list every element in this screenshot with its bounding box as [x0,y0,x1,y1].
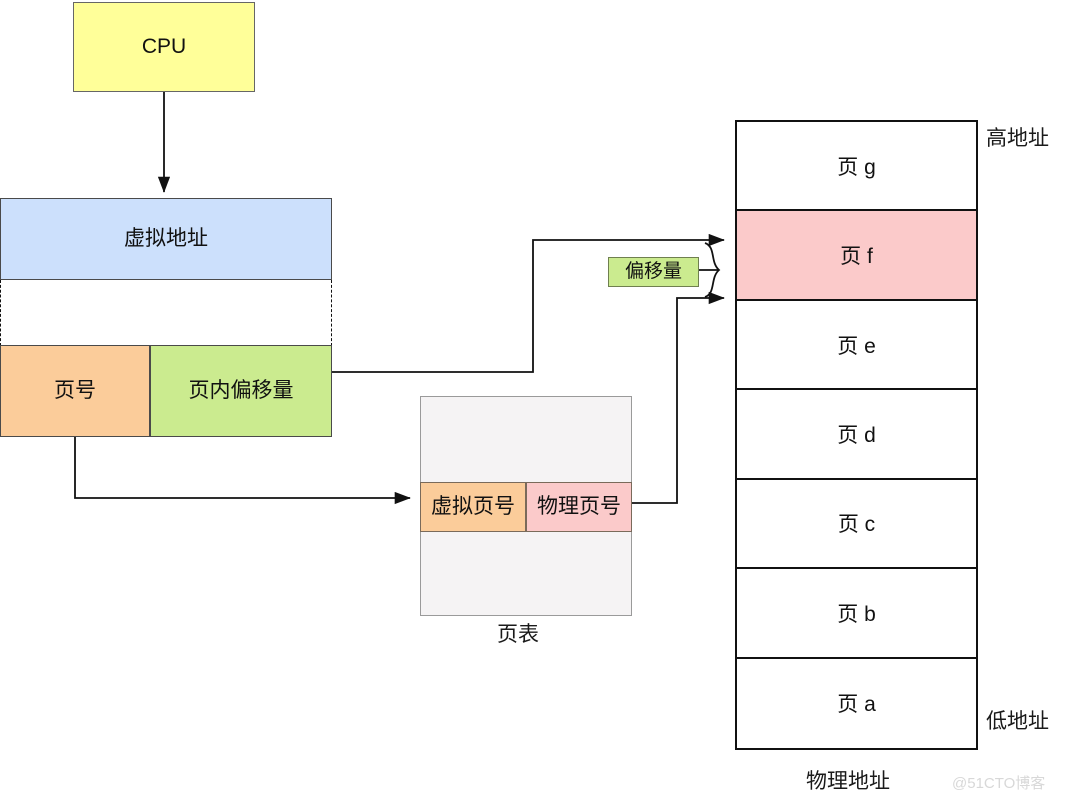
offset-callout-text: 偏移量 [624,260,682,282]
page-offset-label: 页内偏移量 [188,379,294,403]
offset-callout-label: 偏移量 [608,257,699,287]
memory-page-label: 页 c [837,513,876,537]
physical-memory-block: 页 g 页 f 页 e 页 d 页 c 页 b 页 a [735,120,978,750]
low-address-label: 低地址 [986,710,1049,733]
watermark: @51CTO博客 [952,775,1046,792]
memory-page-label: 页 e [837,334,876,358]
cpu-block: CPU [73,2,255,92]
wire-physical-page-to-page-f-bottom [632,291,725,504]
memory-page-label: 页 a [837,693,876,717]
high-address-label: 高地址 [986,127,1049,150]
memory-page-label: 页 f [840,245,873,269]
page-table-caption: 页表 [497,623,539,646]
page-table-physical-page-cell: 物理页号 [526,482,632,532]
page-number-field: 页号 [0,345,150,437]
memory-page-cell: 页 e [737,301,976,391]
memory-page-cell: 页 g [737,122,976,212]
wire-page-number-to-page-table [74,437,411,505]
brace-offset-span [704,242,721,298]
memory-page-label: 页 g [837,155,876,179]
memory-page-cell: 页 d [737,390,976,480]
virtual-address-block: 虚拟地址 [0,198,332,280]
physical-address-caption: 物理地址 [806,770,890,793]
memory-page-cell: 页 b [737,569,976,659]
page-table-virtual-page-cell: 虚拟页号 [420,482,526,532]
memory-page-cell: 页 c [737,480,976,570]
memory-page-cell: 页 f [737,211,976,301]
memory-page-cell: 页 a [737,659,976,748]
page-table-physical-page-label: 物理页号 [537,495,621,519]
virtual-address-label: 虚拟地址 [124,227,208,251]
memory-page-label: 页 d [837,423,876,447]
page-number-label: 页号 [54,379,96,403]
memory-page-label: 页 b [837,602,876,626]
page-table-virtual-page-label: 虚拟页号 [431,495,515,519]
diagram-canvas: CPU 虚拟地址 页号 页内偏移量 虚拟页号 物理页号 页表 偏移量 页 g页 … [0,0,1067,797]
virtual-address-split-connector [0,280,332,346]
cpu-label: CPU [141,35,187,59]
page-offset-field: 页内偏移量 [150,345,332,437]
